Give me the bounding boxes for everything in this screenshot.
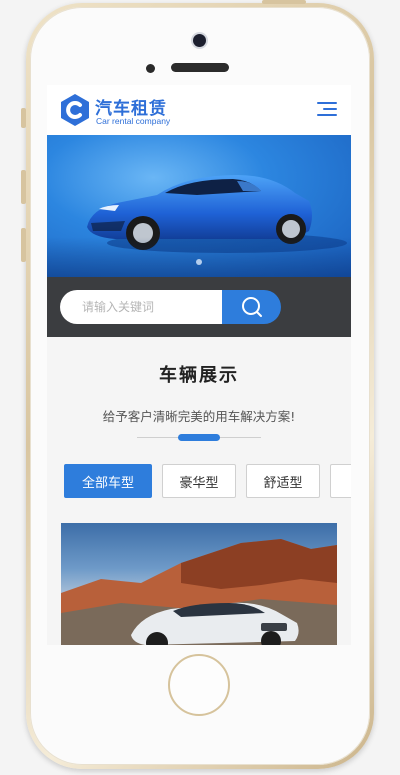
tab-comfort[interactable]: 舒适型 — [246, 464, 320, 498]
carousel-dot[interactable] — [196, 259, 202, 265]
section-title: 车辆展示 — [159, 365, 239, 386]
search-button[interactable] — [222, 290, 281, 324]
hero-banner[interactable] — [47, 135, 351, 277]
search-input[interactable] — [60, 290, 222, 324]
menu-icon[interactable] — [317, 102, 337, 118]
vehicle-card-image[interactable] — [61, 523, 337, 645]
earpiece-speaker — [171, 63, 229, 72]
site-header: 汽车租赁 Car rental company — [47, 85, 351, 135]
section-subtitle: 给予客户清晰完美的用车解决方案! — [102, 409, 296, 424]
carousel-indicators — [47, 250, 351, 269]
tab-next-partial[interactable] — [330, 464, 351, 498]
category-tabs: 全部车型 豪华型 舒适型 — [64, 464, 351, 500]
phone-screen: 汽车租赁 Car rental company 请输入关键词 车辆展示 给予客户… — [47, 85, 351, 645]
tab-all-models[interactable]: 全部车型 — [64, 464, 152, 498]
mute-switch — [21, 108, 26, 128]
proximity-sensor — [146, 64, 155, 73]
front-camera — [193, 34, 206, 47]
search-bar — [47, 277, 351, 337]
search-icon — [241, 297, 262, 317]
logo-c-icon — [61, 94, 89, 126]
tab-luxury[interactable]: 豪华型 — [162, 464, 236, 498]
home-button[interactable] — [168, 654, 230, 716]
volume-up-button — [21, 170, 26, 204]
title-divider-accent — [178, 434, 220, 441]
volume-down-button — [21, 228, 26, 262]
power-button — [262, 0, 306, 4]
logo-subtitle: Car rental company — [96, 116, 171, 126]
vehicle-photo — [61, 539, 337, 645]
